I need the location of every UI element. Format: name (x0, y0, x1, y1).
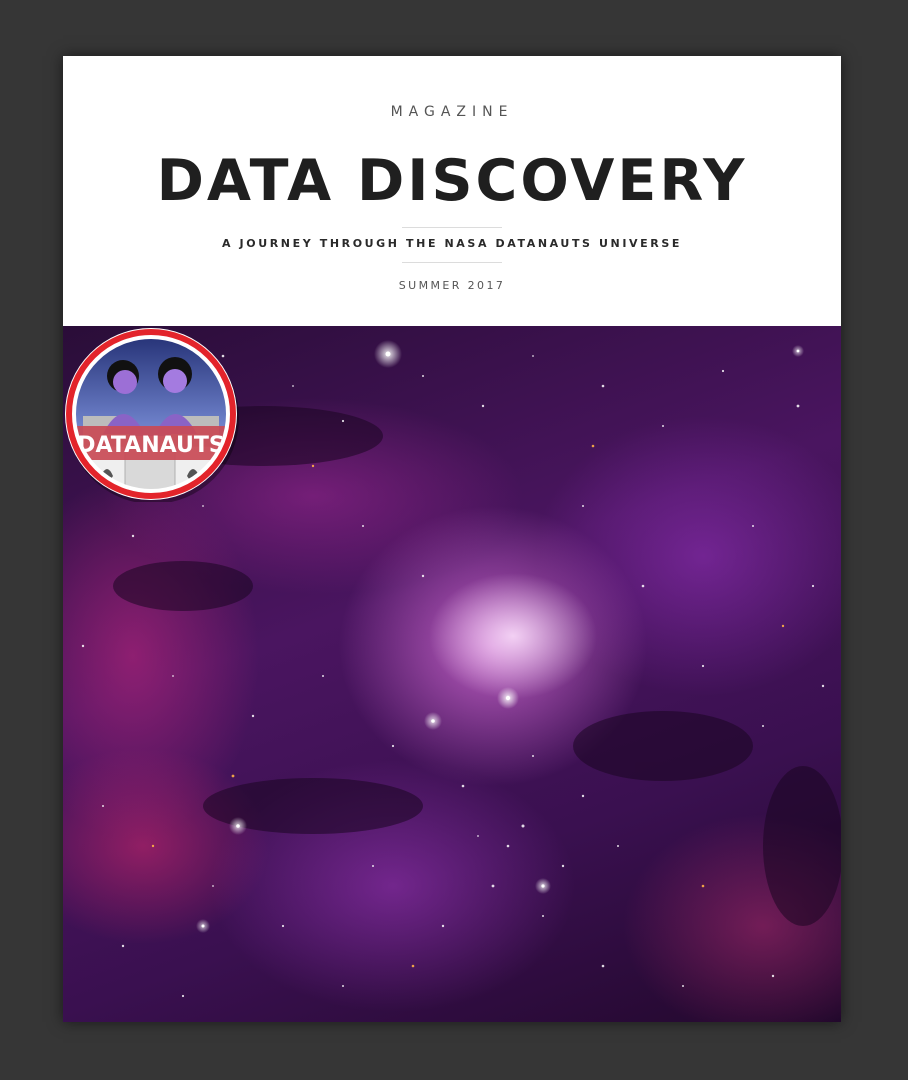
masthead: MAGAZINE DATA DISCOVERY A JOURNEY THROUG… (63, 56, 841, 326)
magazine-cover: MAGAZINE DATA DISCOVERY A JOURNEY THROUG… (63, 56, 841, 1022)
cover-title: DATA DISCOVERY (156, 148, 748, 214)
cover-subtitle: A JOURNEY THROUGH THE NASA DATANAUTS UNI… (222, 237, 682, 250)
badge-label: DATANAUTS (77, 433, 224, 458)
divider-bottom (402, 262, 502, 263)
divider-top (402, 227, 502, 228)
cover-kicker: MAGAZINE (390, 104, 514, 120)
datanauts-badge: DATANAUTS (65, 328, 239, 502)
issue-date: SUMMER 2017 (398, 279, 506, 292)
nebula-image: DATANAUTS (63, 326, 841, 1022)
